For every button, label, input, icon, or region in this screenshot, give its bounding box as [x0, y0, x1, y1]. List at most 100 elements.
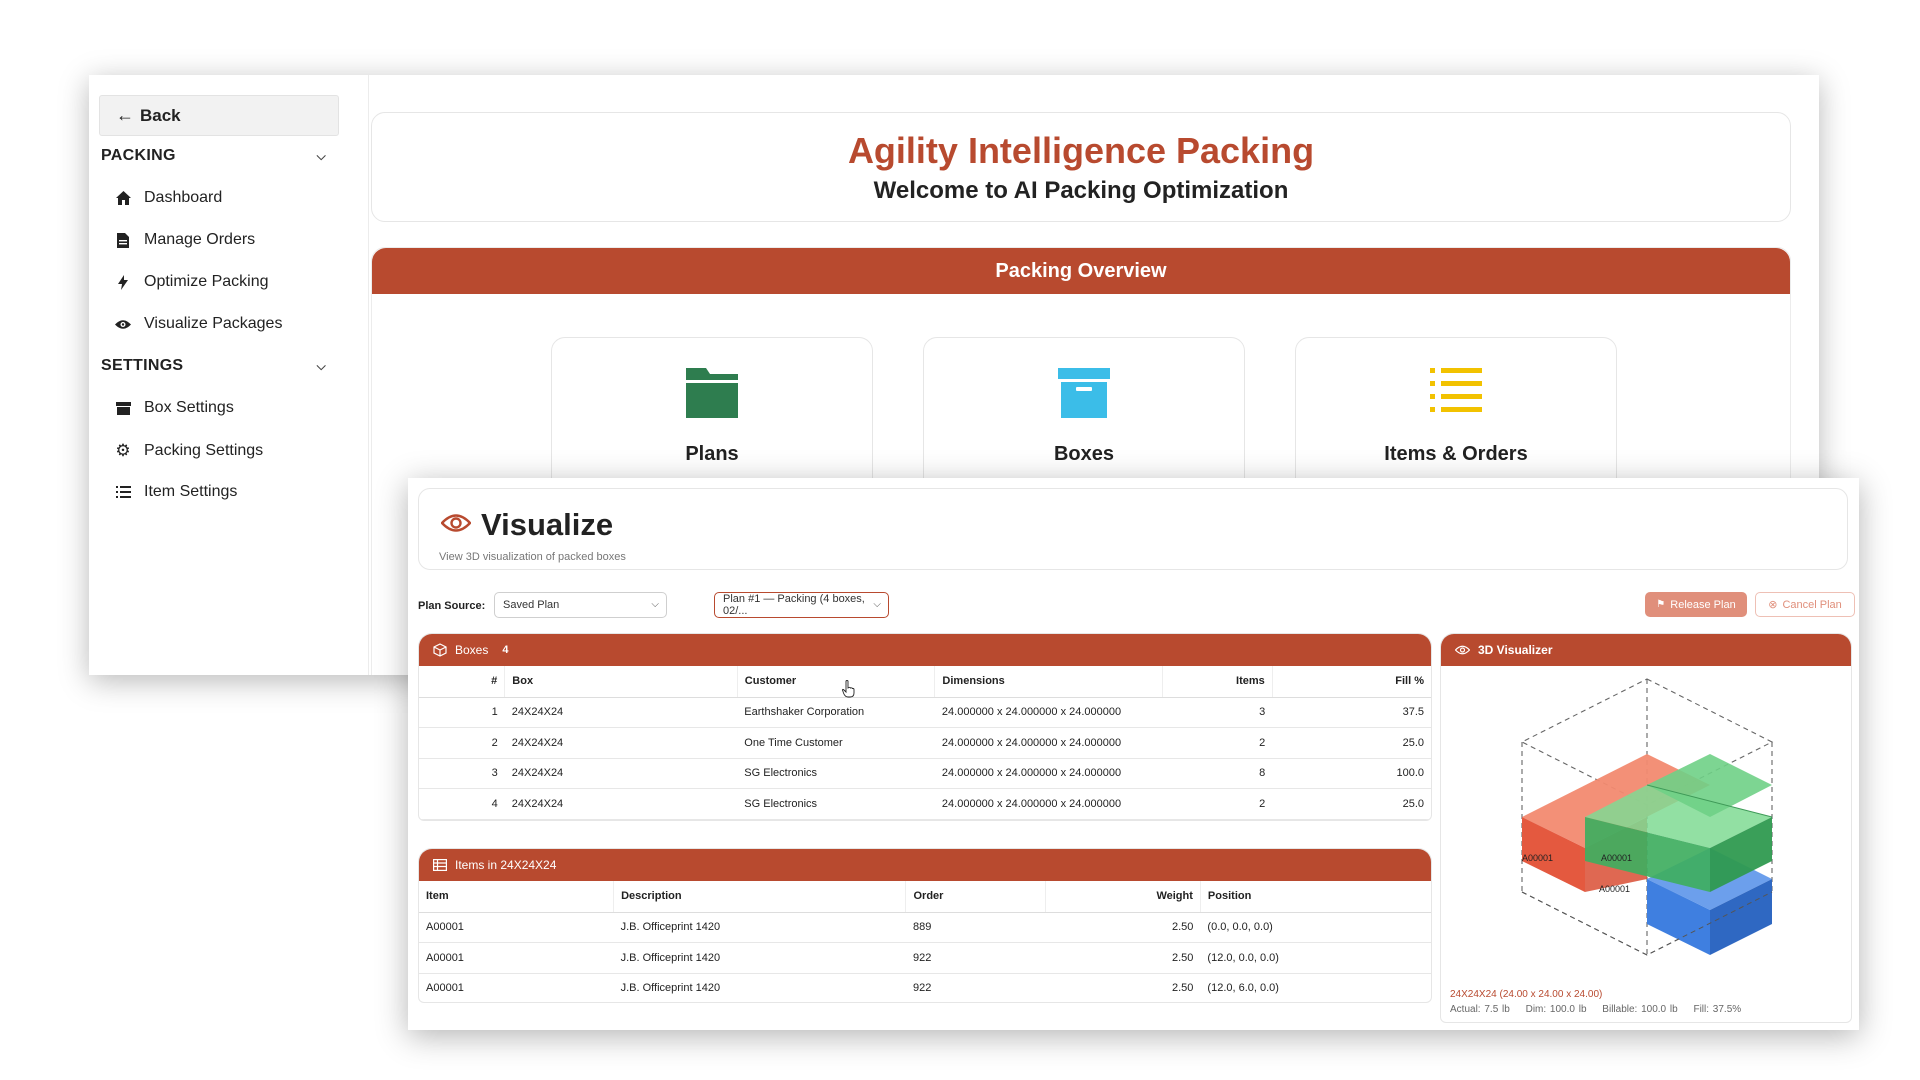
table-cell: 24X24X24 [504, 727, 738, 759]
back-button[interactable]: ← Back [99, 95, 339, 136]
col-header[interactable]: Box [504, 666, 738, 698]
table-cell: 24X24X24 [504, 788, 738, 820]
table-row[interactable]: 2 24X24X24 One Time Customer 24.000000 x 24… [419, 727, 1431, 759]
overview-header: Packing Overview [372, 248, 1790, 294]
visualizer-header: 3D Visualizer [1441, 634, 1851, 666]
sidebar-item-box-settings[interactable]: Box Settings [114, 399, 234, 417]
sidebar-item-label: Box Settings [144, 399, 234, 416]
visualizer-title: 3D Visualizer [1478, 643, 1553, 657]
plan-value: Plan #1 — Packing (4 boxes, 02/... [723, 593, 865, 617]
sidebar: ← Back PACKING ⌵ Dashboard Manage Orders… [89, 75, 369, 675]
table-row[interactable]: A00001 J.B. Officeprint 1420 889 2.50 (0.0, … [419, 912, 1431, 943]
col-header[interactable]: Fill % [1272, 666, 1431, 698]
gear-icon: ⚙ [115, 441, 131, 460]
box-summary: 24X24X24 (24.00 x 24.00 x 24.00) [1450, 989, 1603, 1000]
visualize-window: Visualize View 3D visualization of packe… [408, 478, 1859, 1030]
table-cell: One Time Customer [737, 727, 935, 759]
billable-weight: Billable: 100.0 lb [1602, 1004, 1678, 1015]
table-cell: 24.000000 x 24.000000 x 24.000000 [934, 788, 1163, 820]
table-cell: Earthshaker Corporation [737, 697, 935, 728]
cube-icon [433, 643, 447, 657]
section-packing-title: PACKING [101, 147, 176, 164]
col-header[interactable]: Order [905, 881, 1047, 913]
table-row[interactable]: A00001 J.B. Officeprint 1420 922 2.50 (12.0,… [419, 942, 1431, 974]
plan-source-select[interactable]: Saved Plan ⌵ [494, 592, 667, 618]
col-header[interactable]: Customer [737, 666, 936, 698]
table-cell: 37.5 [1272, 697, 1431, 728]
sidebar-item-packing-settings[interactable]: ⚙ Packing Settings [114, 441, 263, 461]
eye-icon [114, 319, 132, 330]
table-cell: A00001 [419, 973, 614, 1002]
table-cell: 3 [419, 758, 505, 789]
table-row[interactable]: 4 24X24X24 SG Electronics 24.000000 x 24.00… [419, 788, 1431, 820]
col-header[interactable]: Position [1200, 881, 1431, 913]
sidebar-item-manage-orders[interactable]: Manage Orders [114, 231, 255, 249]
cancel-plan-button[interactable]: ⊗ Cancel Plan [1755, 592, 1855, 617]
table-icon [433, 859, 447, 871]
table-cell: (0.0, 0.0, 0.0) [1200, 912, 1431, 943]
table-cell: 2 [1162, 727, 1273, 759]
table-cell: J.B. Officeprint 1420 [613, 973, 906, 1002]
plans-card-label: Plans [685, 443, 739, 465]
chevron-down-icon: ⌵ [316, 358, 326, 373]
dim-weight: Dim: 100.0 lb [1525, 1004, 1587, 1015]
table-cell: SG Electronics [737, 758, 935, 789]
sidebar-item-label: Dashboard [144, 189, 223, 206]
eye-icon [440, 513, 472, 538]
app-subtitle: Welcome to AI Packing Optimization [873, 177, 1289, 204]
hero-card: Agility Intelligence Packing Welcome to … [371, 112, 1791, 222]
sidebar-item-visualize-packages[interactable]: Visualize Packages [114, 315, 282, 333]
sidebar-item-label: Visualize Packages [144, 315, 283, 332]
hand-cursor-icon [842, 680, 855, 698]
table-cell: 24X24X24 [504, 758, 738, 789]
col-header[interactable]: Item [419, 881, 615, 913]
table-cell: A00001 [419, 942, 614, 974]
3d-canvas[interactable] [1441, 667, 1852, 977]
table-row[interactable]: A00001 J.B. Officeprint 1420 922 2.50 (12.0,… [419, 973, 1431, 1002]
folder-icon [686, 368, 738, 423]
table-cell: 4 [419, 788, 505, 820]
box-icon [114, 401, 132, 415]
visualizer-panel: 3D Visualizer A00001 A00001 A00001 24X24… [1440, 633, 1852, 1023]
boxes-table: # Box Customer Dimensions Items Fill % 1… [419, 666, 1431, 820]
page-title: Visualize [481, 507, 614, 542]
sidebar-item-optimize-packing[interactable]: Optimize Packing [114, 273, 269, 291]
sidebar-item-dashboard[interactable]: Dashboard [114, 189, 222, 207]
actual-weight: Actual: 7.5 lb [1450, 1004, 1510, 1015]
sidebar-item-item-settings[interactable]: Item Settings [114, 483, 237, 501]
section-settings-title: SETTINGS [101, 357, 184, 374]
table-row[interactable]: 3 24X24X24 SG Electronics 24.000000 x 24.00… [419, 758, 1431, 789]
section-packing-toggle[interactable]: PACKING ⌵ [101, 147, 326, 165]
table-cell: 24.000000 x 24.000000 x 24.000000 [934, 727, 1163, 759]
table-cell: J.B. Officeprint 1420 [613, 912, 906, 943]
sidebar-item-label: Item Settings [144, 483, 238, 500]
plan-select[interactable]: Plan #1 — Packing (4 boxes, 02/... ⌵ [714, 592, 889, 618]
boxes-panel: Boxes 4 # Box Customer Dimensions Items … [418, 633, 1432, 821]
col-header[interactable]: Description [613, 881, 907, 913]
col-header[interactable]: # [419, 666, 506, 698]
weight-summary: Actual: 7.5 lb Dim: 100.0 lb Billable: 1… [1450, 1004, 1753, 1015]
table-cell: 2.50 [1045, 973, 1201, 1002]
table-cell: 24.000000 x 24.000000 x 24.000000 [934, 697, 1163, 728]
page-subtitle: View 3D visualization of packed boxes [439, 551, 626, 563]
section-settings-toggle[interactable]: SETTINGS ⌵ [101, 357, 326, 375]
chevron-down-icon: ⌵ [873, 599, 881, 610]
table-cell: 100.0 [1272, 758, 1431, 789]
col-header[interactable]: Items [1162, 666, 1273, 698]
table-cell: 25.0 [1272, 788, 1431, 820]
items-panel-title: Items in 24X24X24 [455, 858, 557, 872]
table-cell: 24X24X24 [504, 697, 738, 728]
back-label: Back [140, 105, 181, 125]
app-title: Agility Intelligence Packing [847, 130, 1315, 171]
sidebar-item-label: Optimize Packing [144, 273, 269, 290]
col-header[interactable]: Weight [1045, 881, 1201, 913]
col-header[interactable]: Dimensions [934, 666, 1163, 698]
table-cell: 889 [905, 912, 1046, 943]
release-plan-label: Release Plan [1670, 598, 1736, 611]
release-plan-button[interactable]: ⚑ Release Plan [1645, 592, 1747, 617]
table-cell: 2.50 [1045, 912, 1201, 943]
table-cell: (12.0, 6.0, 0.0) [1200, 973, 1431, 1002]
visualize-header: Visualize View 3D visualization of packe… [418, 488, 1848, 570]
cancel-circle-icon: ⊗ [1768, 599, 1778, 611]
table-row[interactable]: 1 24X24X24 Earthshaker Corporation 24.00000… [419, 697, 1431, 728]
